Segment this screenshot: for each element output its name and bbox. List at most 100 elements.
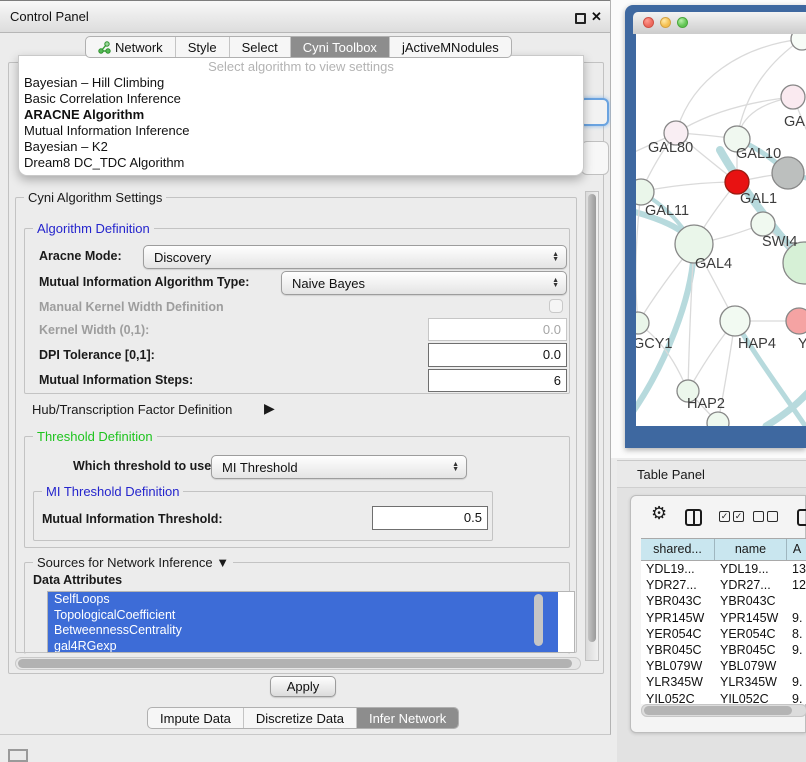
group-title: Cyni Algorithm Settings (24, 190, 166, 205)
dropdown-item[interactable]: Dream8 DC_TDC Algorithm (19, 155, 583, 171)
threshold-definition-group: Threshold Definition Which threshold to … (24, 436, 570, 548)
close-icon[interactable]: ✕ (591, 9, 602, 25)
tab-style[interactable]: Style (175, 37, 229, 57)
table-row[interactable]: YPR145WYPR145W9. (641, 610, 806, 626)
table-row[interactable]: YBR043CYBR043C (641, 593, 806, 609)
table-row[interactable]: YBL079WYBL079W (641, 658, 806, 674)
stepper-arrows-icon (552, 252, 566, 262)
group-title: Threshold Definition (33, 429, 157, 444)
table-cell: YBR043C (715, 593, 787, 609)
data-attributes-list[interactable]: SelfLoopsTopologicalCoefficientBetweenne… (47, 591, 575, 653)
select-all-columns-icon[interactable] (719, 511, 744, 522)
tab-cyni-toolbox[interactable]: Cyni Toolbox (290, 37, 389, 57)
mi-threshold-definition-group: MI Threshold Definition Mutual Informati… (33, 491, 493, 541)
which-threshold-select[interactable]: MI Threshold (211, 455, 467, 479)
checked-box-icon (733, 511, 744, 522)
network-node-label: GAL1 (740, 191, 777, 207)
cyni-algorithm-settings-group: Cyni Algorithm Settings Algorithm Defini… (15, 197, 577, 653)
mi-steps-field[interactable]: 6 (428, 369, 567, 392)
table-cell: 9. (787, 610, 806, 626)
minimize-traffic-light-icon[interactable] (660, 17, 671, 28)
aracne-mode-select[interactable]: Discovery (143, 245, 567, 269)
tab-discretize-data[interactable]: Discretize Data (243, 708, 356, 728)
table-row[interactable]: YDL19...YDL19...13 (641, 561, 806, 577)
data-attribute-item[interactable]: gal4RGexp (48, 639, 558, 654)
split-columns-icon[interactable] (685, 509, 702, 526)
tab-select[interactable]: Select (229, 37, 290, 57)
tab-label: Infer Network (369, 711, 446, 726)
data-attributes-label: Data Attributes (33, 573, 122, 587)
settings-horizontal-scrollbar[interactable] (15, 657, 581, 670)
column-header-partial[interactable]: A (787, 539, 806, 560)
table-cell: YBL079W (641, 658, 715, 674)
network-node[interactable] (781, 85, 805, 109)
column-header-shared-name[interactable]: shared... (641, 539, 715, 560)
settings-vertical-scrollbar[interactable] (585, 191, 599, 661)
node-table-panel: ⚙ shared... name A YDL19...YDL19...13YDR… (630, 495, 806, 733)
network-node-label: HAP2 (687, 396, 725, 412)
table-cell: YBL079W (715, 658, 787, 674)
aracne-mode-label: Aracne Mode: (39, 249, 122, 263)
table-row[interactable]: YER054CYER054C8. (641, 626, 806, 642)
dpi-tolerance-field[interactable]: 0.0 (428, 343, 567, 367)
mi-algorithm-type-select[interactable]: Naive Bayes (281, 271, 567, 295)
column-header-name[interactable]: name (715, 539, 787, 560)
table-cell: YDL19... (641, 561, 715, 577)
dropdown-item[interactable]: Mutual Information Inference (19, 123, 583, 139)
table-data-combobox-fragment[interactable] (581, 141, 609, 175)
table-cell: 8. (787, 626, 806, 642)
network-node[interactable] (791, 34, 806, 50)
tab-jactivemnodules[interactable]: jActiveMNodules (389, 37, 511, 57)
deselect-all-columns-icon[interactable] (753, 511, 778, 522)
network-node[interactable] (720, 306, 750, 336)
close-traffic-light-icon[interactable] (643, 17, 654, 28)
network-node[interactable] (786, 308, 806, 334)
manual-kernel-label: Manual Kernel Width Definition (39, 300, 224, 314)
scrollbar-thumb[interactable] (18, 659, 572, 668)
tab-impute-data[interactable]: Impute Data (148, 708, 243, 728)
sources-title: Sources for Network Inference (37, 555, 213, 570)
group-title: Algorithm Definition (33, 221, 154, 236)
mi-threshold-label: Mutual Information Threshold: (42, 512, 223, 526)
collapse-arrow-icon[interactable]: ▼ (216, 555, 229, 570)
zoom-traffic-light-icon[interactable] (677, 17, 688, 28)
table-row[interactable]: YLR345WYLR345W9. (641, 674, 806, 690)
hub-expand-arrow[interactable]: ▶ (264, 400, 275, 417)
minimized-panel-icon[interactable] (8, 749, 28, 762)
checked-box-icon (719, 511, 730, 522)
data-attribute-item[interactable]: BetweennessCentrality (48, 623, 558, 639)
table-horizontal-scrollbar[interactable] (641, 704, 806, 717)
dropdown-item[interactable]: Bayesian – Hill Climbing (19, 75, 583, 91)
sources-group: Sources for Network Inference ▼ Data Att… (24, 562, 570, 654)
manual-kernel-checkbox[interactable] (549, 299, 563, 313)
which-threshold-value: MI Threshold (222, 460, 298, 475)
table-row[interactable]: YDR27...YDR27...12 (641, 577, 806, 593)
network-window-titlebar[interactable] (633, 12, 806, 34)
new-column-icon[interactable] (797, 509, 806, 526)
scrollbar-thumb[interactable] (588, 194, 596, 642)
mi-threshold-field[interactable]: 0.5 (372, 506, 488, 530)
scrollbar-thumb[interactable] (644, 706, 792, 715)
data-attribute-item[interactable]: TopologicalCoefficient (48, 608, 558, 624)
table-cell: YER054C (715, 626, 787, 642)
dropdown-item[interactable]: Bayesian – K2 (19, 139, 583, 155)
table-cell: YIL052C (641, 691, 715, 705)
gear-icon[interactable]: ⚙ (651, 503, 667, 524)
tab-network[interactable]: Network (86, 37, 175, 57)
apply-button[interactable]: Apply (270, 676, 336, 697)
control-panel-titlebar: Control Panel ✕ (0, 0, 610, 33)
data-attribute-item[interactable]: SelfLoops (48, 592, 558, 608)
network-node[interactable] (636, 179, 654, 205)
list-scrollbar-thumb[interactable] (534, 594, 543, 646)
table-cell: 9. (787, 691, 806, 705)
table-row[interactable]: YBR045CYBR045C9. (641, 642, 806, 658)
tab-infer-network[interactable]: Infer Network (356, 708, 458, 728)
network-node[interactable] (751, 212, 775, 236)
float-window-icon[interactable] (575, 13, 586, 24)
dropdown-item-selected[interactable]: ARACNE Algorithm (19, 107, 583, 123)
network-node-label: GAL10 (736, 146, 781, 162)
kernel-width-field[interactable]: 0.0 (428, 318, 567, 341)
dropdown-item[interactable]: Basic Correlation Inference (19, 91, 583, 107)
network-canvas[interactable]: GALGAL80GAL10GAL1GAL11SWI4GAL4GCY1HAP4YH… (636, 34, 806, 426)
table-row[interactable]: YIL052CYIL052C9. (641, 691, 806, 705)
